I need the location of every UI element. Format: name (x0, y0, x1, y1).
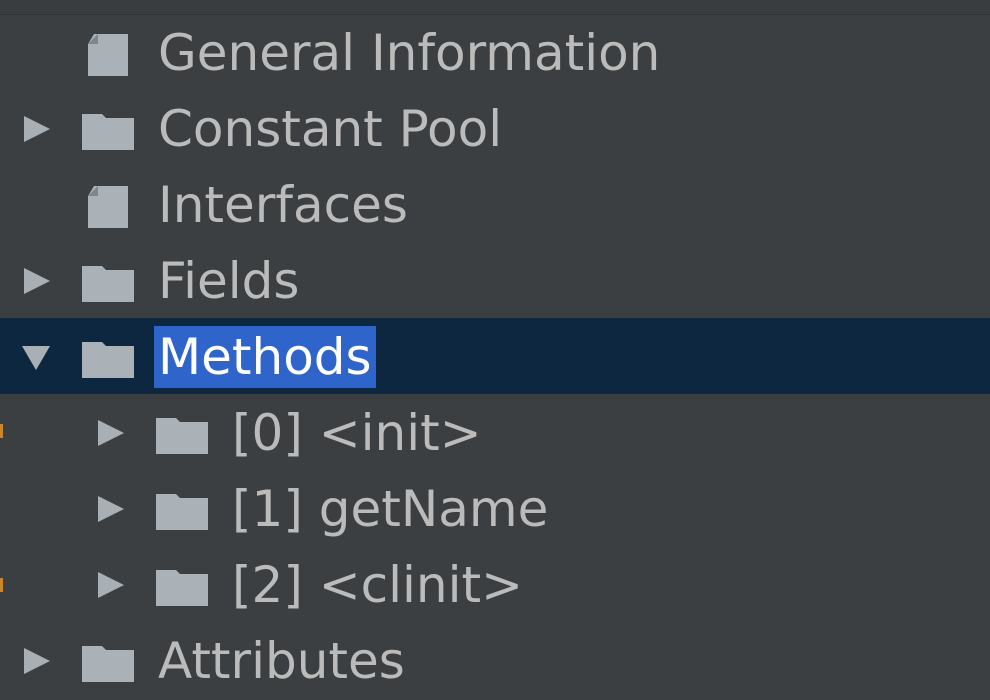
class-structure-tree[interactable]: General Information Constant Pool Interf… (0, 14, 990, 700)
folder-icon (80, 640, 136, 684)
tree-node-attributes[interactable]: Attributes (0, 622, 990, 698)
expand-arrow-icon[interactable] (94, 494, 126, 524)
tree-node-label: Fields (158, 252, 300, 310)
folder-icon (80, 336, 136, 380)
collapse-arrow-icon[interactable] (20, 342, 52, 372)
folder-icon (154, 412, 210, 456)
tree-node-label: Interfaces (158, 176, 408, 234)
tree-node-fields[interactable]: Fields (0, 242, 990, 318)
tree-node-method-init[interactable]: [0] <init> (0, 394, 990, 470)
tree-node-method-getname[interactable]: [1] getName (0, 470, 990, 546)
folder-icon (80, 108, 136, 152)
top-panel-border (0, 0, 990, 15)
gutter-marker (0, 578, 3, 592)
tree-node-label: [0] <init> (232, 404, 482, 462)
folder-icon (80, 260, 136, 304)
expand-arrow-icon[interactable] (94, 418, 126, 448)
tree-node-general-information[interactable]: General Information (0, 14, 990, 90)
tree-node-label: Attributes (158, 632, 405, 690)
folder-icon (154, 564, 210, 608)
expand-arrow-icon[interactable] (20, 266, 52, 296)
tree-node-label: General Information (158, 24, 661, 82)
folder-icon (154, 488, 210, 532)
tree-node-label: Methods (154, 326, 376, 388)
tree-node-constant-pool[interactable]: Constant Pool (0, 90, 990, 166)
file-icon (84, 184, 140, 228)
tree-node-methods[interactable]: Methods (0, 318, 990, 394)
expand-arrow-icon[interactable] (20, 646, 52, 676)
gutter-marker (0, 424, 3, 438)
tree-node-label: [1] getName (232, 480, 549, 538)
file-icon (84, 32, 140, 76)
tree-node-interfaces[interactable]: Interfaces (0, 166, 990, 242)
expand-arrow-icon[interactable] (20, 114, 52, 144)
expand-arrow-icon[interactable] (94, 570, 126, 600)
tree-node-method-clinit[interactable]: [2] <clinit> (0, 546, 990, 622)
tree-node-label: [2] <clinit> (232, 556, 523, 614)
tree-node-label: Constant Pool (158, 100, 503, 158)
